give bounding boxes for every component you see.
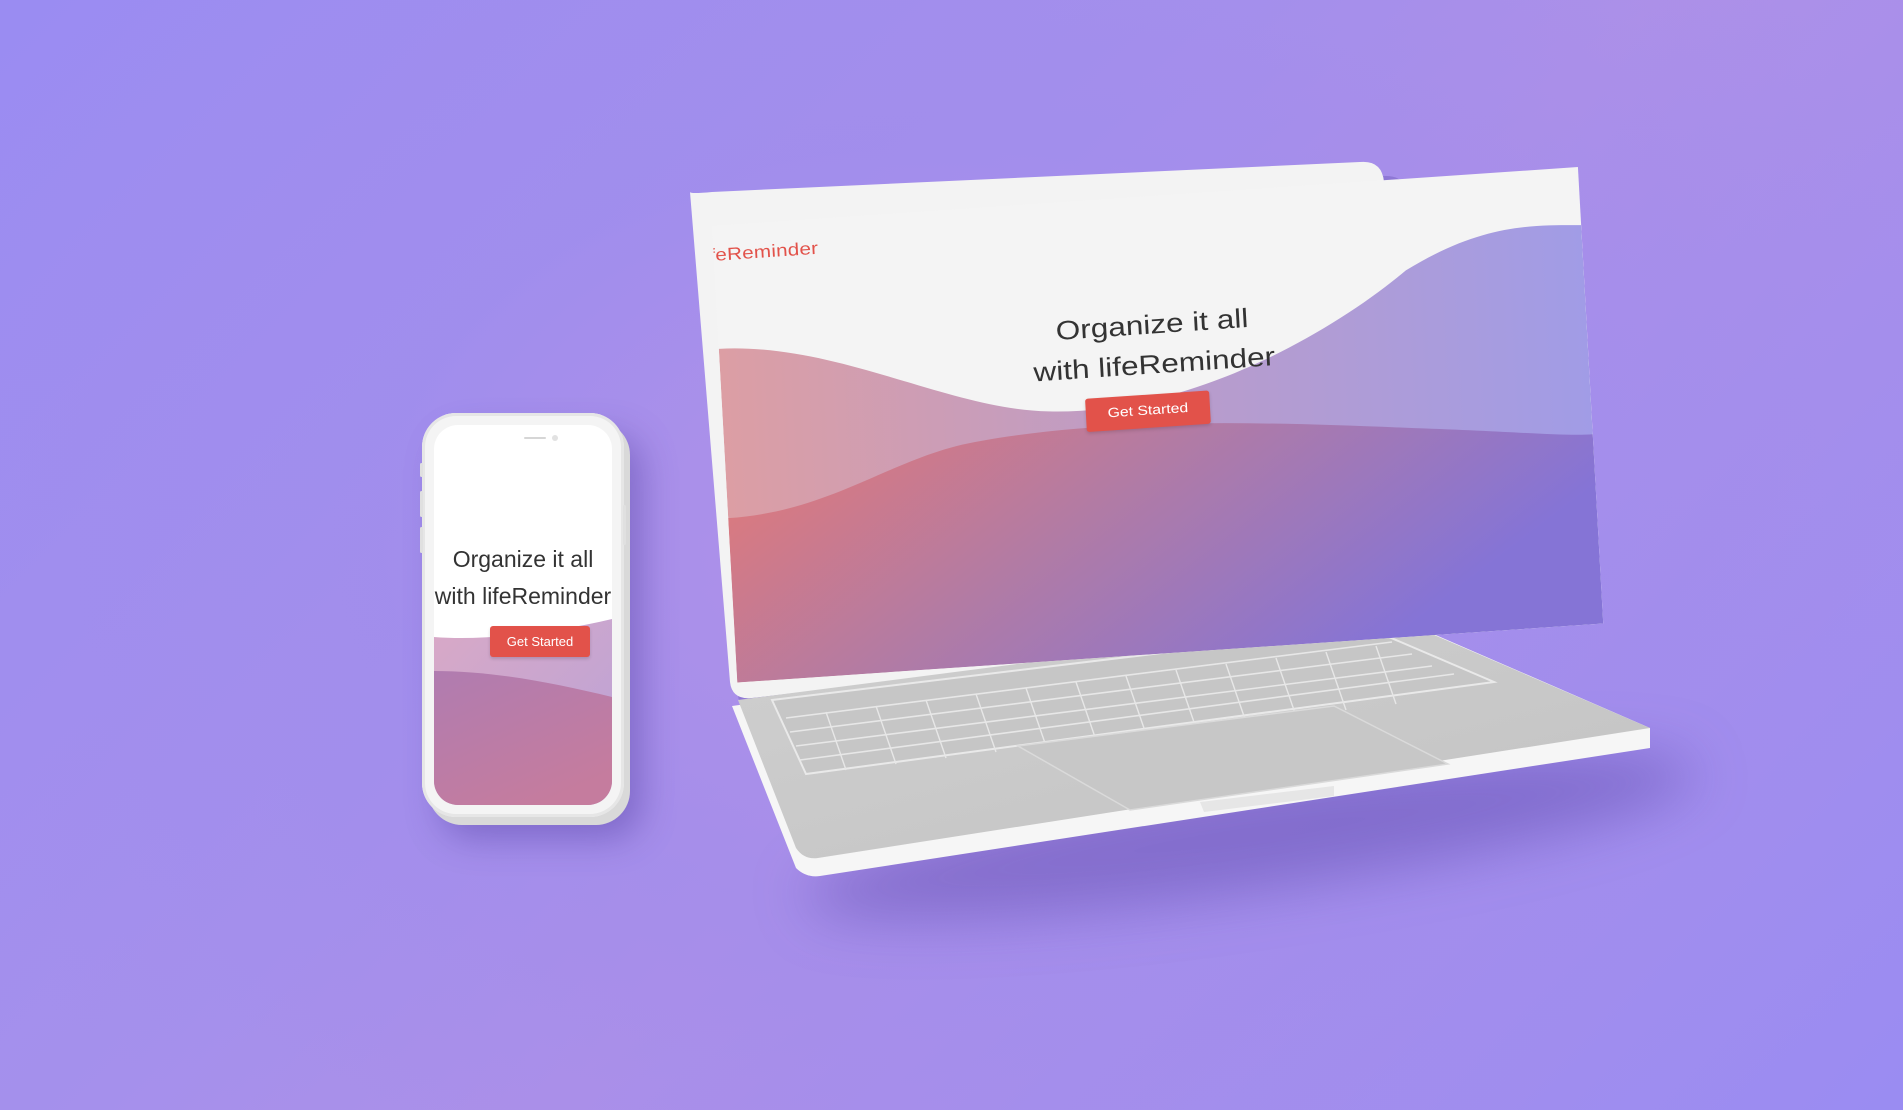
laptop-mockup: lifeReminder Organize it all with lifeRe… <box>0 0 1903 1110</box>
laptop-screen: lifeReminder Organize it all with lifeRe… <box>712 167 1604 683</box>
